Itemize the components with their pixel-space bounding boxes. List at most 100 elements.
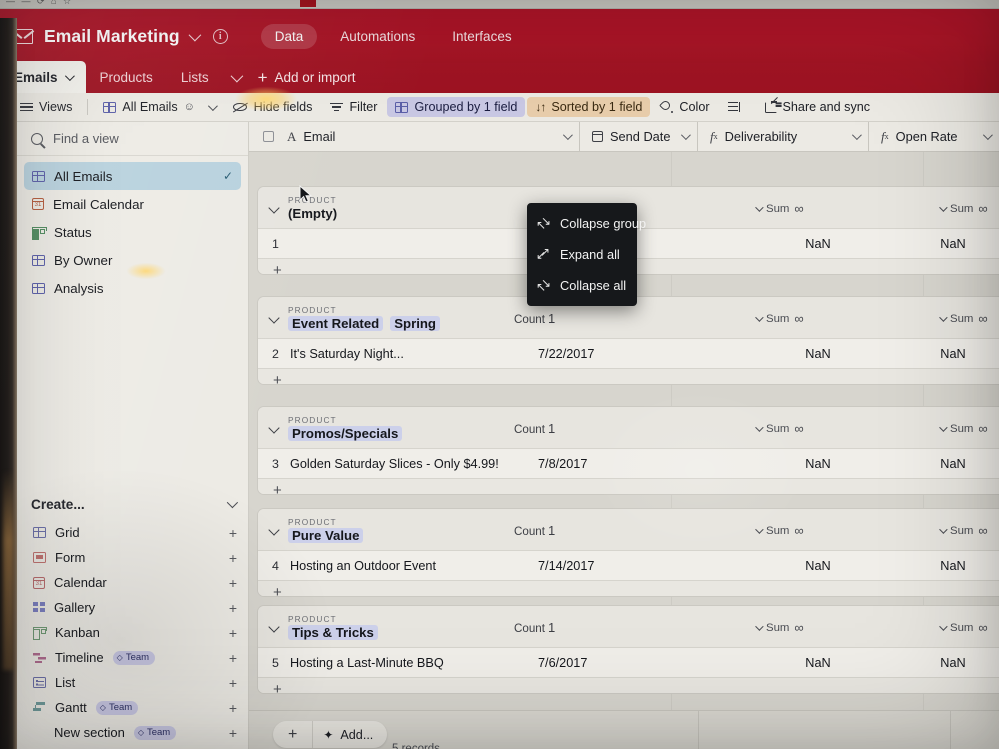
menu-item-collapse-group[interactable]: Collapse group: [527, 208, 646, 239]
plus-icon[interactable]: +: [229, 525, 237, 541]
group-summary-deliverability[interactable]: Sum ∞: [755, 311, 804, 326]
cell-open-rate[interactable]: NaN: [898, 656, 999, 670]
group-summary-open-rate[interactable]: Sum ∞: [939, 421, 988, 436]
create-item-form[interactable]: Form +: [17, 545, 249, 570]
create-item-gantt[interactable]: Gantt ◇ Team +: [17, 695, 249, 720]
create-item-gallery[interactable]: Gallery +: [17, 595, 249, 620]
cell-deliverability[interactable]: NaN: [758, 347, 878, 361]
sidebar-item-by-owner[interactable]: By Owner: [24, 246, 241, 274]
group-summary-deliverability[interactable]: Sum ∞: [755, 620, 804, 635]
cell-open-rate[interactable]: NaN: [898, 457, 999, 471]
header-tab-interfaces[interactable]: Interfaces: [438, 24, 525, 49]
table-row[interactable]: 2 It's Saturday Night... 7/22/2017 NaN N…: [258, 338, 999, 368]
sidebar-item-all-emails[interactable]: All Emails ✓: [24, 162, 241, 190]
header-tab-data[interactable]: Data: [260, 24, 318, 49]
sidebar-item-status[interactable]: Status: [24, 218, 241, 246]
find-view-search[interactable]: Find a view: [17, 122, 248, 156]
create-item-timeline[interactable]: Timeline ◇ Team +: [17, 645, 249, 670]
plus-icon[interactable]: +: [229, 575, 237, 591]
group-summary-open-rate[interactable]: Sum ∞: [939, 201, 988, 216]
cell-email[interactable]: Golden Saturday Slices - Only $4.99!: [290, 457, 530, 471]
group-summary-open-rate[interactable]: Sum ∞: [939, 311, 988, 326]
table-tab-lists[interactable]: Lists: [167, 61, 223, 93]
views-button[interactable]: Views: [12, 97, 80, 117]
plus-icon[interactable]: +: [229, 675, 237, 691]
info-icon[interactable]: i: [212, 29, 228, 44]
menu-item-expand-all[interactable]: Expand all: [527, 239, 637, 270]
cell-open-rate[interactable]: NaN: [898, 347, 999, 361]
table-row[interactable]: 4 Hosting an Outdoor Event 7/14/2017 NaN…: [258, 550, 999, 580]
group-summary-deliverability[interactable]: Sum ∞: [755, 523, 804, 538]
create-item-grid[interactable]: Grid +: [17, 520, 249, 545]
column-header-deliverability[interactable]: fx Deliverability: [698, 122, 868, 152]
sort-button[interactable]: ↓↑ Sorted by 1 field: [527, 97, 651, 117]
plus-icon[interactable]: +: [229, 625, 237, 641]
cell-deliverability[interactable]: NaN: [758, 656, 878, 670]
create-item-list[interactable]: List +: [17, 670, 249, 695]
group-summary-deliverability[interactable]: Sum ∞: [755, 421, 804, 436]
add-with-ai-button[interactable]: ✦ Add...: [313, 728, 387, 742]
base-name[interactable]: Email Marketing: [44, 26, 180, 47]
create-item-new-section[interactable]: New section ◇ Team +: [17, 720, 249, 745]
filter-button[interactable]: Filter: [322, 97, 385, 117]
current-view-button[interactable]: All Emails ☺: [95, 97, 222, 117]
chevron-collapse-icon[interactable]: [268, 620, 280, 633]
color-button[interactable]: Color: [652, 97, 717, 117]
chevron-down-icon[interactable]: [982, 130, 993, 141]
add-record-button[interactable]: +: [273, 726, 312, 744]
chevron-down-icon[interactable]: [188, 28, 201, 42]
cell-send-date[interactable]: 7/14/2017: [530, 559, 644, 573]
chevron-collapse-icon[interactable]: [268, 311, 280, 324]
cell-email[interactable]: It's Saturday Night...: [290, 347, 530, 361]
table-tabs-overflow[interactable]: [223, 61, 248, 93]
cell-send-date[interactable]: 7/6/2017: [530, 656, 644, 670]
plus-icon[interactable]: +: [229, 725, 237, 741]
column-header-open-rate[interactable]: fx Open Rate: [869, 122, 999, 152]
menu-item-collapse-all[interactable]: Collapse all: [527, 270, 637, 301]
table-row[interactable]: 5 Hosting a Last-Minute BBQ 7/6/2017 NaN…: [258, 647, 999, 677]
chevron-down-icon[interactable]: [64, 70, 75, 81]
cell-open-rate[interactable]: NaN: [898, 559, 999, 573]
table-tab-emails[interactable]: Emails: [0, 61, 86, 93]
chevron-down-icon[interactable]: [680, 130, 691, 141]
group-button[interactable]: Grouped by 1 field: [387, 97, 526, 117]
header-tab-automations[interactable]: Automations: [326, 24, 429, 49]
column-header-send-date[interactable]: Send Date: [580, 122, 697, 152]
cell-email[interactable]: Hosting an Outdoor Event: [290, 559, 530, 573]
select-all-checkbox[interactable]: [263, 131, 274, 142]
group-header[interactable]: PRODUCT Promos/Specials Count 1 Sum ∞ Su…: [258, 407, 999, 448]
cell-deliverability[interactable]: NaN: [758, 457, 878, 471]
chevron-collapse-icon[interactable]: [268, 523, 280, 536]
cell-deliverability[interactable]: NaN: [758, 237, 878, 251]
group-summary-open-rate[interactable]: Sum ∞: [939, 620, 988, 635]
add-record-row[interactable]: +: [258, 368, 999, 384]
cell-deliverability[interactable]: NaN: [758, 559, 878, 573]
sidebar-item-email-calendar[interactable]: 31 Email Calendar: [24, 190, 241, 218]
group-header[interactable]: PRODUCT Tips & Tricks Count 1 Sum ∞ Sum …: [258, 606, 999, 647]
group-summary-deliverability[interactable]: Sum ∞: [755, 201, 804, 216]
cell-send-date[interactable]: 7/8/2017: [530, 457, 644, 471]
column-header-email[interactable]: A Email: [249, 122, 579, 152]
group-summary-open-rate[interactable]: Sum ∞: [939, 523, 988, 538]
plus-icon[interactable]: +: [229, 650, 237, 666]
create-item-kanban[interactable]: Kanban +: [17, 620, 249, 645]
add-record-row[interactable]: +: [258, 677, 999, 693]
table-tab-products[interactable]: Products: [86, 61, 167, 93]
table-row[interactable]: 3 Golden Saturday Slices - Only $4.99! 7…: [258, 448, 999, 478]
chevron-down-icon[interactable]: [226, 496, 239, 509]
share-and-sync-button[interactable]: Share and sync: [757, 97, 879, 117]
chevron-collapse-icon[interactable]: [268, 421, 280, 434]
add-or-import-button[interactable]: + Add or import: [248, 61, 366, 93]
cell-open-rate[interactable]: NaN: [898, 237, 999, 251]
row-height-button[interactable]: [720, 99, 749, 116]
sidebar-item-analysis[interactable]: Analysis: [24, 274, 241, 302]
chevron-down-icon[interactable]: [851, 130, 862, 141]
add-record-row[interactable]: +: [258, 478, 999, 494]
cell-send-date[interactable]: 7/22/2017: [530, 347, 644, 361]
cell-email[interactable]: Hosting a Last-Minute BBQ: [290, 656, 530, 670]
plus-icon[interactable]: +: [229, 700, 237, 716]
chevron-down-icon[interactable]: [562, 130, 573, 141]
chevron-collapse-icon[interactable]: [268, 201, 280, 214]
add-record-row[interactable]: +: [258, 580, 999, 596]
plus-icon[interactable]: +: [229, 550, 237, 566]
